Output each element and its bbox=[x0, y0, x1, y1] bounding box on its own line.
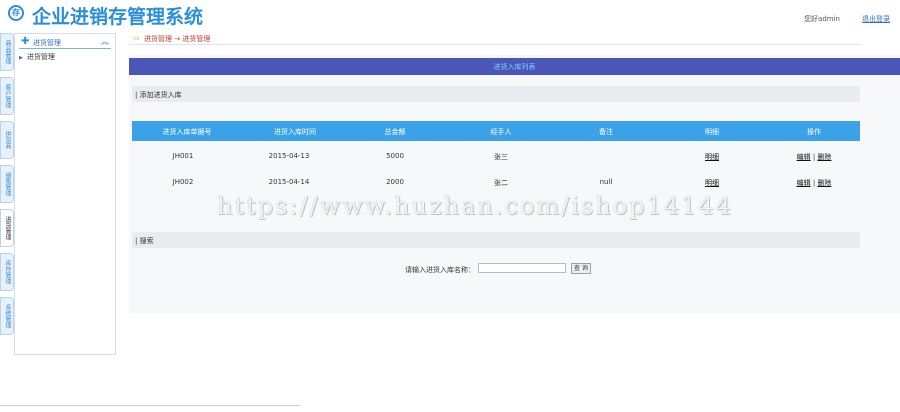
cell-amount: 5000 bbox=[386, 152, 404, 160]
cell-id: JH002 bbox=[172, 178, 194, 186]
table-row: JH001 2015-04-13 5000 张三 明细 编辑 | 删除 bbox=[132, 145, 860, 167]
delete-link[interactable]: 删除 bbox=[817, 153, 831, 161]
col-note: 备注 bbox=[599, 128, 613, 136]
vertical-tabs: 商品管理 客户管理 供货商 销售管理 进货管理 库存管理 系统管理 bbox=[0, 33, 14, 345]
menu-item-purchase[interactable]: ▶ 进货管理 bbox=[19, 52, 55, 62]
table-header: 进货入库单据号 进货入库时间 总金额 经手人 备注 明细 操作 bbox=[132, 121, 860, 141]
col-amount: 总金额 bbox=[384, 128, 406, 136]
message-icon: ▭ bbox=[133, 34, 140, 42]
search-section: | 搜索 bbox=[132, 232, 860, 248]
cell-note: null bbox=[599, 178, 613, 186]
actions-cell: 编辑 | 删除 bbox=[797, 178, 832, 188]
tab-purchase[interactable]: 进货管理 bbox=[0, 209, 14, 247]
col-date: 进货入库时间 bbox=[274, 128, 316, 136]
col-actions: 操作 bbox=[807, 128, 821, 136]
delete-link[interactable]: 删除 bbox=[817, 179, 831, 187]
col-handler: 经手人 bbox=[490, 128, 512, 136]
tab-stock[interactable]: 库存管理 bbox=[0, 253, 14, 291]
breadcrumb: ▭ 进货管理 → 进货管理 bbox=[129, 33, 860, 45]
plus-icon: ✚ bbox=[21, 36, 30, 47]
detail-link[interactable]: 明细 bbox=[705, 152, 719, 162]
add-purchase-link[interactable]: | 添加进货入库 bbox=[135, 90, 182, 100]
logo-icon: 存 bbox=[8, 5, 24, 21]
cell-date: 2015-04-14 bbox=[268, 178, 310, 186]
add-section: | 添加进货入库 bbox=[132, 86, 860, 102]
tab-sales[interactable]: 销售管理 bbox=[0, 165, 14, 203]
menu-title: 进货管理 bbox=[33, 39, 61, 47]
menu-header[interactable]: ✚ 进货管理 ︽ bbox=[19, 36, 111, 49]
breadcrumb-text: 进货管理 → 进货管理 bbox=[144, 35, 211, 43]
table-row: JH002 2015-04-14 2000 张二 null 明细 编辑 | 删除 bbox=[132, 171, 860, 193]
logout-link[interactable]: 退出登录 bbox=[862, 14, 890, 24]
menu-item-label: 进货管理 bbox=[26, 53, 55, 61]
page-title: 进货入库列表 bbox=[493, 63, 536, 71]
tab-system[interactable]: 系统管理 bbox=[0, 297, 14, 335]
tab-supplier[interactable]: 供货商 bbox=[0, 121, 14, 159]
cell-id: JH001 bbox=[172, 152, 194, 160]
triangle-right-icon: ▶ bbox=[19, 55, 23, 61]
collapse-icon[interactable]: ︽ bbox=[101, 36, 109, 47]
tab-customer[interactable]: 客户管理 bbox=[0, 77, 14, 115]
action-separator: | bbox=[812, 179, 816, 187]
col-detail: 明细 bbox=[705, 128, 719, 136]
search-label: 请输入进货入库名称： bbox=[405, 266, 475, 274]
edit-link[interactable]: 编辑 bbox=[797, 179, 811, 187]
search-row: 请输入进货入库名称： 查 询 bbox=[129, 261, 860, 277]
actions-cell: 编辑 | 删除 bbox=[797, 152, 832, 162]
app-title: 企业进销存管理系统 bbox=[32, 6, 204, 28]
watermark-text: https://www.huzhan.com/ishop14144 bbox=[217, 192, 733, 220]
col-id: 进货入库单据号 bbox=[162, 128, 212, 136]
search-button[interactable]: 查 询 bbox=[571, 263, 591, 274]
search-input[interactable] bbox=[478, 263, 566, 273]
page-title-bar: 进货入库列表 bbox=[129, 58, 900, 75]
menu-panel: ✚ 进货管理 ︽ ▶ 进货管理 bbox=[14, 33, 116, 355]
cell-handler: 张三 bbox=[494, 153, 508, 161]
action-separator: | bbox=[812, 153, 816, 161]
cell-date: 2015-04-13 bbox=[268, 152, 310, 160]
cell-amount: 2000 bbox=[386, 178, 404, 186]
header: 存 企业进销存管理系统 您好admin 退出登录 bbox=[0, 0, 900, 30]
welcome-text: 您好admin bbox=[804, 15, 840, 23]
search-section-label: | 搜索 bbox=[135, 237, 154, 245]
detail-link[interactable]: 明细 bbox=[705, 178, 719, 188]
tab-product[interactable]: 商品管理 bbox=[0, 33, 14, 71]
cell-handler: 张二 bbox=[494, 179, 508, 187]
edit-link[interactable]: 编辑 bbox=[797, 153, 811, 161]
